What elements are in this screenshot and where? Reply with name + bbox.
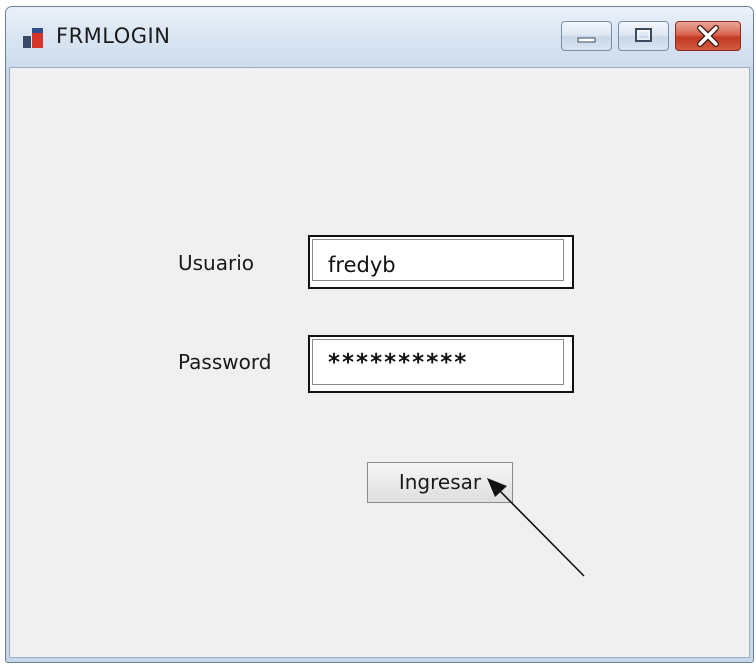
arrow-pointer-icon — [487, 478, 585, 577]
minimize-icon — [577, 37, 596, 43]
window-title: FRMLOGIN — [56, 24, 171, 48]
title-bar[interactable]: FRMLOGIN — [6, 7, 753, 67]
form-client-area: Usuario Password Ingresar — [9, 67, 750, 658]
login-window: FRMLOGIN Usuario Password — [5, 6, 754, 663]
maximize-button[interactable] — [618, 21, 669, 51]
minimize-button[interactable] — [561, 21, 612, 51]
app-window-icon — [23, 28, 43, 48]
close-button[interactable] — [675, 21, 741, 51]
maximize-icon — [635, 28, 652, 42]
close-icon — [697, 25, 719, 47]
